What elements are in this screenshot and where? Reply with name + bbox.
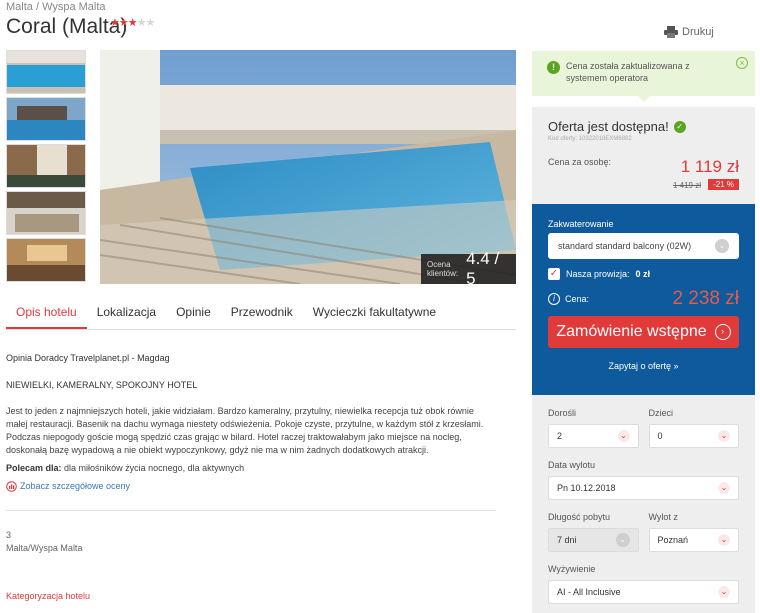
departure-date-label: Data wylotu	[548, 460, 596, 470]
preorder-button[interactable]: Zamówienie wstępne ›	[548, 316, 739, 348]
offer-summary: Oferta jest dostępna! ✓ Kod oferty: 1032…	[532, 107, 755, 204]
star-on-icons: ★★★	[110, 17, 138, 29]
print-button[interactable]: Drukuj	[664, 26, 714, 38]
adults-value: 2	[557, 431, 563, 441]
offer-code: Kod oferty: 10322018EXM6882	[548, 136, 632, 142]
adults-select[interactable]: 2 ⌄	[548, 424, 639, 448]
adults-label: Dorośli	[548, 408, 577, 418]
departure-city-value: Poznań	[657, 535, 689, 545]
price-update-notice: ! Cena została zaktualizowana z systemem…	[532, 51, 755, 96]
chevron-down-icon: ⌄	[617, 430, 630, 442]
customer-rating-badge: Ocena klientów: 4.4 / 5	[421, 249, 516, 284]
commission-row: ✓ Nasza prowizja: 0 zł	[548, 268, 739, 280]
hotel-description: Opinia Doradcy Travelplanet.pl - Magdag …	[6, 352, 496, 555]
room-select-value: standard standard balcony (02W)	[558, 241, 692, 251]
notice-text: Cena została zaktualizowana z systemem o…	[566, 61, 690, 83]
offer-status: Oferta jest dostępna! ✓	[548, 119, 739, 134]
old-price: 1 419 zł	[672, 181, 701, 190]
room-label: Zakwaterowanie	[548, 219, 614, 229]
review-text: Jest to jeden z najmniejszych hoteli, ja…	[6, 406, 484, 455]
breadcrumb[interactable]: Malta / Wyspa Malta	[6, 1, 106, 13]
preorder-label: Zamówienie wstępne	[556, 323, 707, 340]
main-photo[interactable]: Ocena klientów: 4.4 / 5	[100, 50, 516, 284]
departure-city-select[interactable]: Poznań ⌄	[648, 528, 739, 552]
room-select[interactable]: standard standard balcony (02W) ⌄	[548, 233, 739, 259]
customer-rating-label: Ocena klientów:	[427, 260, 459, 278]
duration-label: Długość pobytu	[548, 512, 611, 522]
chevron-right-icon: ›	[714, 324, 731, 340]
gallery-thumb-3[interactable]	[6, 144, 86, 188]
tab-reviews[interactable]: Opinie	[166, 300, 221, 329]
duration-value: 7 dni	[557, 535, 577, 545]
review-author: Opinia Doradcy Travelplanet.pl - Magdag	[6, 353, 170, 363]
chevron-down-icon: ⌄	[715, 239, 729, 253]
recommend-line: Polecam dla: dla miłośników życia nocneg…	[6, 462, 496, 475]
review-headline: NIEWIELKI, KAMERALNY, SPOKOJNY HOTEL	[6, 380, 198, 390]
chevron-down-icon: ⌄	[615, 533, 630, 547]
offer-title: Oferta jest dostępna!	[548, 119, 669, 134]
chevron-down-icon: ⌄	[718, 586, 730, 598]
meal-plan-select[interactable]: AI - All Inclusive ⌄	[548, 580, 739, 604]
price-per-person: 1 119 zł	[680, 157, 739, 176]
discount-badge: -21 %	[708, 179, 739, 190]
total-price-label: Cena:	[565, 294, 590, 304]
commission-checkbox[interactable]: ✓	[548, 268, 560, 280]
pool-photo	[100, 50, 516, 284]
meal-plan-label: Wyżywienie	[548, 564, 596, 574]
recommend-label: Polecam dla:	[6, 463, 62, 473]
gallery-thumb-1[interactable]	[6, 50, 86, 94]
total-price-value: 2 238 zł	[672, 288, 739, 309]
alert-icon: !	[547, 61, 560, 74]
rating-chart-icon	[6, 481, 17, 492]
children-label: Dzieci	[648, 408, 674, 418]
ask-about-offer-link[interactable]: Zapytaj o ofertę »	[548, 361, 739, 371]
chevron-down-icon: ⌄	[718, 482, 730, 494]
tab-description[interactable]: Opis hotelu	[6, 300, 87, 329]
region-text: Malta/Wyspa Malta	[6, 543, 83, 553]
detailed-ratings-link[interactable]: Zobacz szczegółowe oceny	[6, 480, 496, 493]
customer-rating-value: 4.4 / 5	[466, 249, 500, 284]
star-off-icons: ★★	[136, 17, 156, 29]
tab-excursions[interactable]: Wycieczki fakultatywne	[303, 300, 446, 329]
total-price-label-group: i Cena:	[548, 293, 589, 305]
gallery-thumb-4[interactable]	[6, 191, 86, 235]
print-label: Drukuj	[682, 26, 714, 38]
commission-value: 0 zł	[635, 269, 651, 279]
children-value: 0	[657, 431, 663, 441]
duration-select[interactable]: 7 dni ⌄	[548, 528, 639, 552]
hotel-stars: ★★★★★	[110, 16, 156, 29]
chevron-down-icon: ⌄	[718, 534, 730, 546]
divider	[6, 510, 496, 511]
category-number: 3	[6, 530, 12, 540]
category-heading: Kategoryzacja hotelu	[6, 591, 91, 601]
booking-panel: Zakwaterowanie standard standard balcony…	[532, 204, 755, 395]
chevron-down-icon: ⌄	[718, 430, 730, 442]
per-person-label: Cena za osobę:	[548, 157, 612, 167]
meal-plan-value: AI - All Inclusive	[557, 587, 621, 597]
check-icon: ✓	[673, 120, 686, 133]
commission-label: Nasza prowizja:	[566, 269, 630, 279]
departure-date-select[interactable]: Pn 10.12.2018 ⌄	[548, 476, 739, 500]
gallery-thumb-2[interactable]	[6, 97, 86, 141]
hotel-tabs: Opis hotelu Lokalizacja Opinie Przewodni…	[6, 300, 516, 330]
departure-city-label: Wylot z	[648, 512, 678, 522]
notice-pointer	[638, 96, 650, 102]
info-icon[interactable]: i	[548, 293, 560, 305]
total-price-row: i Cena: 2 238 zł	[548, 288, 739, 310]
printer-icon	[664, 26, 678, 38]
recommend-value: dla miłośników życia nocnego, dla aktywn…	[64, 463, 245, 473]
departure-date-value: Pn 10.12.2018	[557, 483, 616, 493]
gallery-thumb-5[interactable]	[6, 238, 86, 282]
trip-filters: Dorośli 2 ⌄ Dzieci 0 ⌄ Data wylotu Pn 10…	[532, 395, 755, 613]
children-select[interactable]: 0 ⌄	[648, 424, 739, 448]
close-icon[interactable]: ×	[736, 57, 748, 69]
tab-location[interactable]: Lokalizacja	[87, 300, 166, 329]
detailed-ratings-label: Zobacz szczegółowe oceny	[20, 481, 131, 491]
tab-guide[interactable]: Przewodnik	[221, 300, 303, 329]
